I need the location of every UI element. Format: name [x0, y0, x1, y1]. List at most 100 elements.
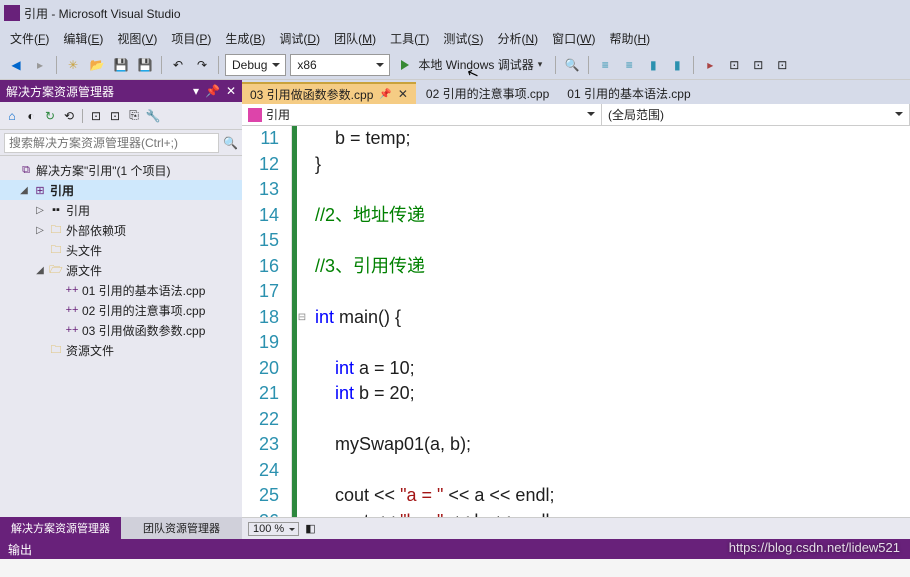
pending-icon[interactable]: ⊡: [88, 108, 104, 124]
refresh-icon[interactable]: ⟲: [61, 108, 77, 124]
zoom-dropdown[interactable]: 100 %: [248, 522, 299, 536]
twisty-icon[interactable]: ◢: [18, 185, 30, 196]
project-icon: ⊞: [32, 183, 48, 197]
editor-tab[interactable]: 02 引用的注意事项.cpp: [418, 82, 557, 104]
menu-b[interactable]: 生成(B): [219, 28, 271, 49]
home-icon[interactable]: ⌂: [4, 108, 20, 124]
window-title: 引用 - Microsoft Visual Studio: [24, 5, 181, 22]
tool-b-button[interactable]: ⊡: [748, 55, 768, 75]
folder-icon: 🗀: [48, 243, 64, 257]
scope-dropdown[interactable]: 引用: [242, 104, 602, 125]
sources-node[interactable]: ◢ 🗁 源文件: [0, 260, 242, 280]
open-button[interactable]: 📂: [87, 55, 107, 75]
pin-icon[interactable]: 📌: [379, 89, 391, 100]
showall-icon[interactable]: ⊡: [107, 108, 123, 124]
copy-icon[interactable]: ⎘: [126, 108, 142, 124]
indent-button[interactable]: ▮: [667, 55, 687, 75]
collapse-icon[interactable]: ◐: [23, 108, 39, 124]
uncomment-button[interactable]: ≡: [619, 55, 639, 75]
solution-node[interactable]: ⧉ 解决方案"引用"(1 个项目): [0, 160, 242, 180]
twisty-icon[interactable]: ◢: [34, 265, 46, 276]
twisty-icon[interactable]: ▷: [34, 205, 46, 216]
source-file-item[interactable]: ++03 引用做函数参数.cpp: [0, 320, 242, 340]
properties-icon[interactable]: 🔧: [145, 108, 161, 124]
node-label: 资源文件: [66, 342, 114, 359]
save-button[interactable]: 💾: [111, 55, 131, 75]
config-value: Debug: [232, 58, 267, 72]
search-row: 🔍: [0, 130, 242, 156]
menu-n[interactable]: 分析(N): [491, 28, 544, 49]
editor-area: 03 引用做函数参数.cpp📌✕02 引用的注意事项.cpp01 引用的基本语法…: [242, 80, 910, 539]
menu-v[interactable]: 视图(V): [111, 28, 163, 49]
project-node[interactable]: ◢ ⊞ 引用: [0, 180, 242, 200]
source-file-item[interactable]: ++01 引用的基本语法.cpp: [0, 280, 242, 300]
menu-h[interactable]: 帮助(H): [603, 28, 656, 49]
menu-s[interactable]: 测试(S): [437, 28, 489, 49]
twisty-icon[interactable]: ▷: [34, 225, 46, 236]
editor-status-bar: 100 % ◧: [242, 517, 910, 539]
node-label: 解决方案"引用"(1 个项目): [36, 162, 171, 179]
folder-icon: 🗀: [48, 223, 64, 237]
node-label: 头文件: [66, 242, 102, 259]
close-icon[interactable]: ✕: [398, 87, 408, 101]
menu-d[interactable]: 调试(D): [273, 28, 326, 49]
redo-button[interactable]: ↷: [192, 55, 212, 75]
pin-icon[interactable]: 📌: [205, 84, 220, 98]
references-node[interactable]: ▷ ▪▪ 引用: [0, 200, 242, 220]
solution-explorer-header: 解决方案资源管理器 ▾ 📌 ✕: [0, 80, 242, 102]
solution-tree[interactable]: ⧉ 解决方案"引用"(1 个项目) ◢ ⊞ 引用 ▷ ▪▪ 引用 ▷ 🗀 外部依…: [0, 156, 242, 517]
menu-t[interactable]: 工具(T): [384, 28, 435, 49]
code-editor[interactable]: 11121314151617181920212223242526 b = tem…: [242, 126, 910, 517]
source-file-item[interactable]: ++02 引用的注意事项.cpp: [0, 300, 242, 320]
menu-e[interactable]: 编辑(E): [57, 28, 109, 49]
project-icon: [248, 108, 262, 122]
tab-team-explorer[interactable]: 团队资源管理器: [121, 517, 242, 539]
menu-w[interactable]: 窗口(W): [546, 28, 601, 49]
output-label: 输出: [8, 541, 32, 558]
search-input[interactable]: [4, 133, 219, 153]
platform-dropdown[interactable]: x86: [290, 54, 390, 76]
nav-back-button[interactable]: ◀: [6, 55, 26, 75]
search-icon[interactable]: 🔍: [223, 136, 238, 150]
folder-icon: 🗁: [48, 263, 64, 277]
close-icon[interactable]: ✕: [226, 84, 236, 98]
comment-button[interactable]: ≡: [595, 55, 615, 75]
code-content[interactable]: b = temp;} //2、地址传递 //3、引用传递 ⊟int main()…: [297, 126, 910, 517]
tab-label: 02 引用的注意事项.cpp: [426, 85, 549, 102]
sync-icon[interactable]: ↻: [42, 108, 58, 124]
tool-a-button[interactable]: ⊡: [724, 55, 744, 75]
tool-c-button[interactable]: ⊡: [772, 55, 792, 75]
new-project-button[interactable]: ✳: [63, 55, 83, 75]
solution-explorer-toolbar: ⌂ ◐ ↻ ⟲ ⊡ ⊡ ⎘ 🔧: [0, 102, 242, 130]
tab-solution-explorer[interactable]: 解决方案资源管理器: [0, 517, 121, 539]
panel-tabs: 解决方案资源管理器 团队资源管理器: [0, 517, 242, 539]
titlebar: 引用 - Microsoft Visual Studio: [0, 0, 910, 26]
editor-tab[interactable]: 01 引用的基本语法.cpp: [559, 82, 698, 104]
external-deps-node[interactable]: ▷ 🗀 外部依赖项: [0, 220, 242, 240]
run-debugger-button[interactable]: 本地 Windows 调试器 ▾: [394, 54, 549, 76]
flag-button[interactable]: ▸: [700, 55, 720, 75]
config-dropdown[interactable]: Debug: [225, 54, 286, 76]
bookmark-button[interactable]: ▮: [643, 55, 663, 75]
split-icon[interactable]: ◧: [305, 522, 315, 535]
node-label: 01 引用的基本语法.cpp: [82, 282, 205, 299]
menu-m[interactable]: 团队(M): [328, 28, 382, 49]
node-label: 源文件: [66, 262, 102, 279]
platform-value: x86: [297, 58, 316, 72]
resources-node[interactable]: 🗀 资源文件: [0, 340, 242, 360]
editor-tab[interactable]: 03 引用做函数参数.cpp📌✕: [242, 82, 416, 104]
save-all-button[interactable]: 💾: [135, 55, 155, 75]
headers-node[interactable]: 🗀 头文件: [0, 240, 242, 260]
line-gutter: 11121314151617181920212223242526: [242, 126, 292, 517]
menu-f[interactable]: 文件(F): [4, 28, 55, 49]
member-label: (全局范围): [608, 106, 664, 123]
node-label: 引用: [50, 182, 74, 199]
member-dropdown[interactable]: (全局范围): [602, 104, 910, 125]
menu-p[interactable]: 项目(P): [165, 28, 217, 49]
play-icon: [401, 60, 414, 70]
nav-fwd-button[interactable]: ▸: [30, 55, 50, 75]
find-button[interactable]: 🔍: [562, 55, 582, 75]
window-position-icon[interactable]: ▾: [193, 84, 199, 98]
fold-icon[interactable]: ⊟: [297, 305, 307, 331]
undo-button[interactable]: ↶: [168, 55, 188, 75]
